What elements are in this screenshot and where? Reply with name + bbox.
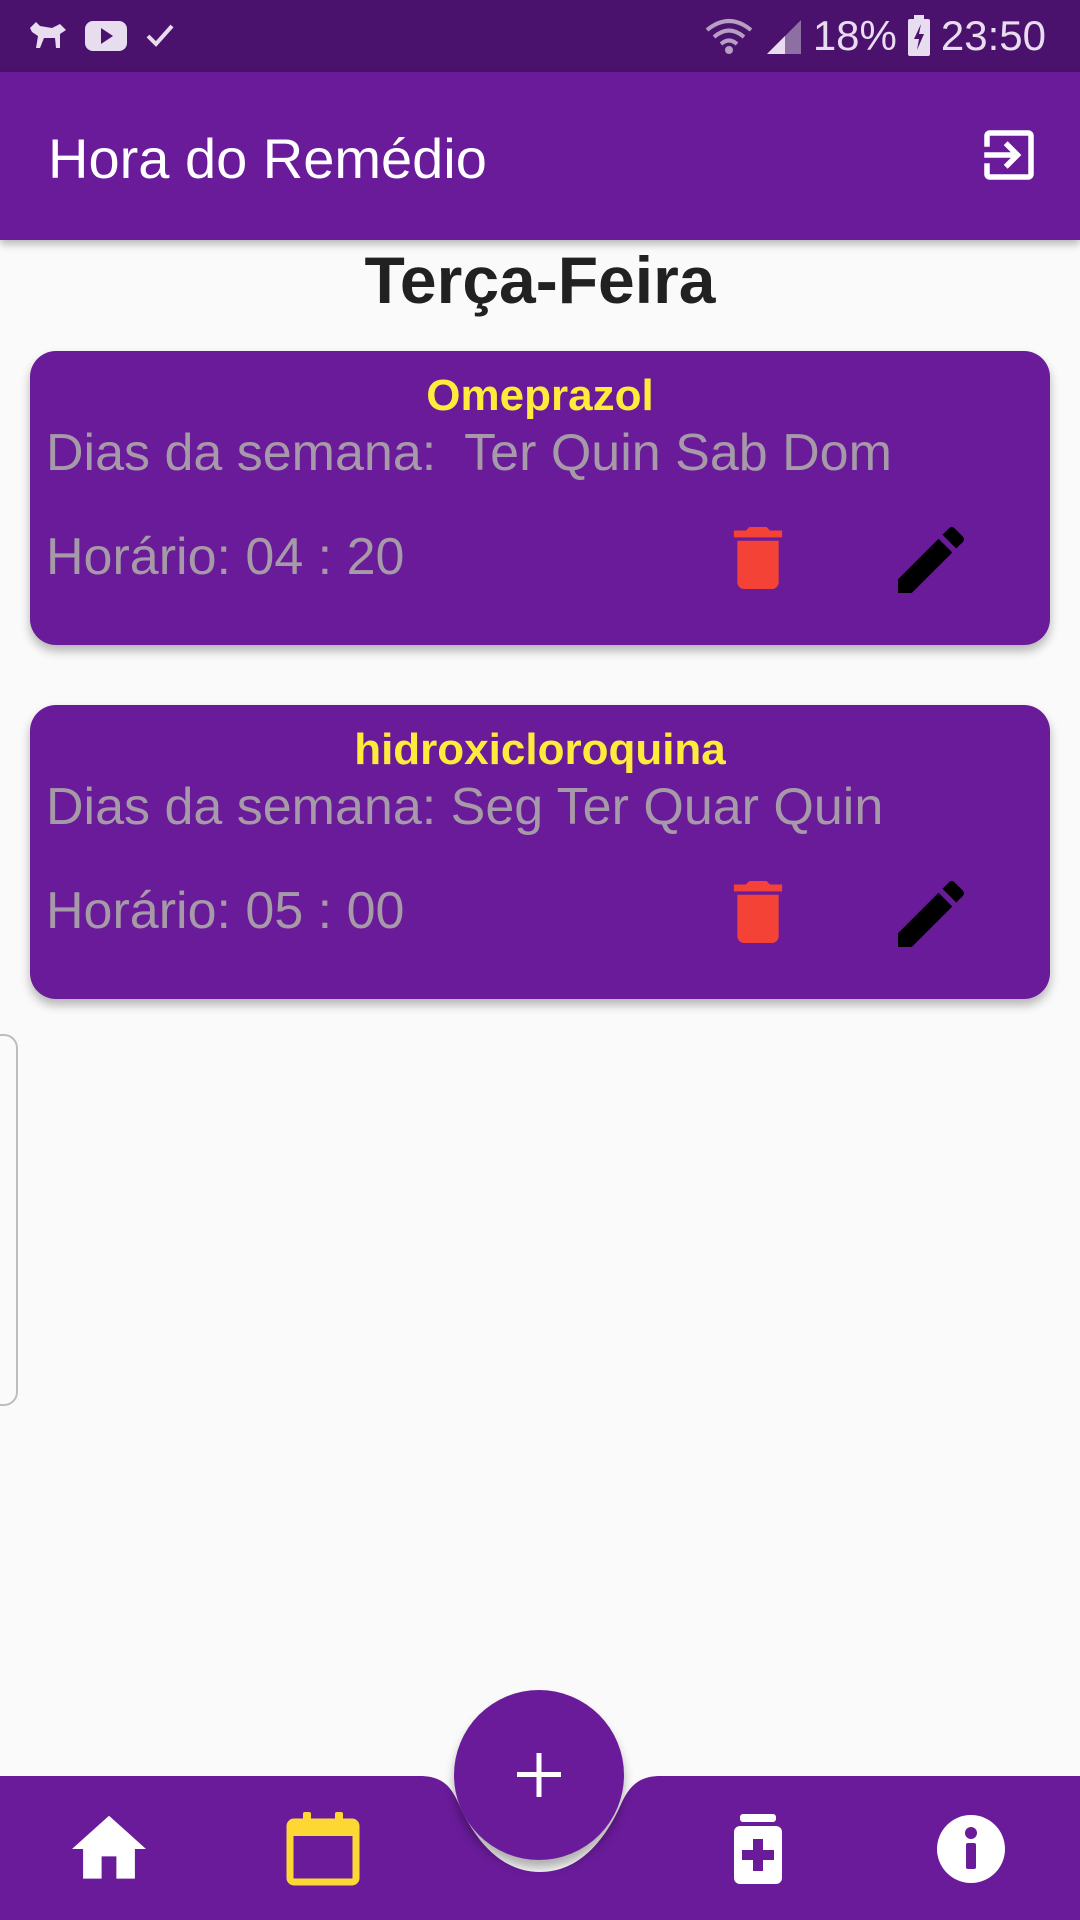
signal-icon: [766, 20, 801, 54]
status-bar: 18% 23:50: [0, 0, 1080, 72]
logout-button[interactable]: [976, 122, 1042, 188]
pencil-icon: [898, 526, 965, 593]
edit-button[interactable]: [898, 880, 965, 947]
clock: 23:50: [940, 12, 1046, 59]
calendar-icon: [286, 1812, 360, 1886]
app-bar: Hora do Remédio: [0, 72, 1080, 240]
medication-days: Dias da semana: Ter Quin Sab Dom: [46, 424, 892, 482]
day-title: Terça-Feira: [364, 243, 716, 317]
home-icon: [72, 1815, 146, 1879]
medication-days: Dias da semana: Seg Ter Quar Quin: [46, 778, 884, 836]
battery-charging-icon: [907, 15, 930, 56]
nav-info[interactable]: [934, 1812, 1008, 1886]
pencil-icon: [898, 880, 965, 947]
dog-notification-icon: [30, 22, 66, 48]
youtube-icon: [85, 21, 127, 51]
nav-calendar[interactable]: [286, 1812, 360, 1886]
medication-add-icon: [734, 1814, 782, 1884]
battery-percentage: 18%: [812, 12, 897, 59]
app-title: Hora do Remédio: [48, 127, 487, 190]
side-drawer-handle[interactable]: [0, 1034, 18, 1406]
medication-time: Horário: 05 : 00: [46, 882, 405, 940]
system-status: 18% 23:50: [703, 10, 1046, 62]
medication-name: Omeprazol: [426, 371, 654, 420]
info-icon: [937, 1815, 1005, 1883]
add-medication-button[interactable]: [454, 1690, 624, 1860]
check-icon: [146, 24, 174, 47]
medication-card: Omeprazol Dias da semana: Ter Quin Sab D…: [30, 351, 1050, 645]
nav-home[interactable]: [72, 1812, 146, 1886]
delete-button[interactable]: [727, 527, 789, 589]
plus-icon: [517, 1753, 561, 1797]
trash-icon: [733, 527, 783, 589]
medication-card: hidroxicloroquina Dias da semana: Seg Te…: [30, 705, 1050, 999]
delete-button[interactable]: [727, 881, 789, 943]
nav-medications[interactable]: [720, 1812, 794, 1886]
medication-time: Horário: 04 : 20: [46, 528, 405, 586]
notification-icons: [26, 14, 178, 58]
wifi-icon: [705, 19, 753, 54]
exit-icon: [984, 130, 1034, 180]
edit-button[interactable]: [898, 526, 965, 593]
medication-name: hidroxicloroquina: [354, 725, 726, 774]
trash-icon: [733, 881, 783, 943]
